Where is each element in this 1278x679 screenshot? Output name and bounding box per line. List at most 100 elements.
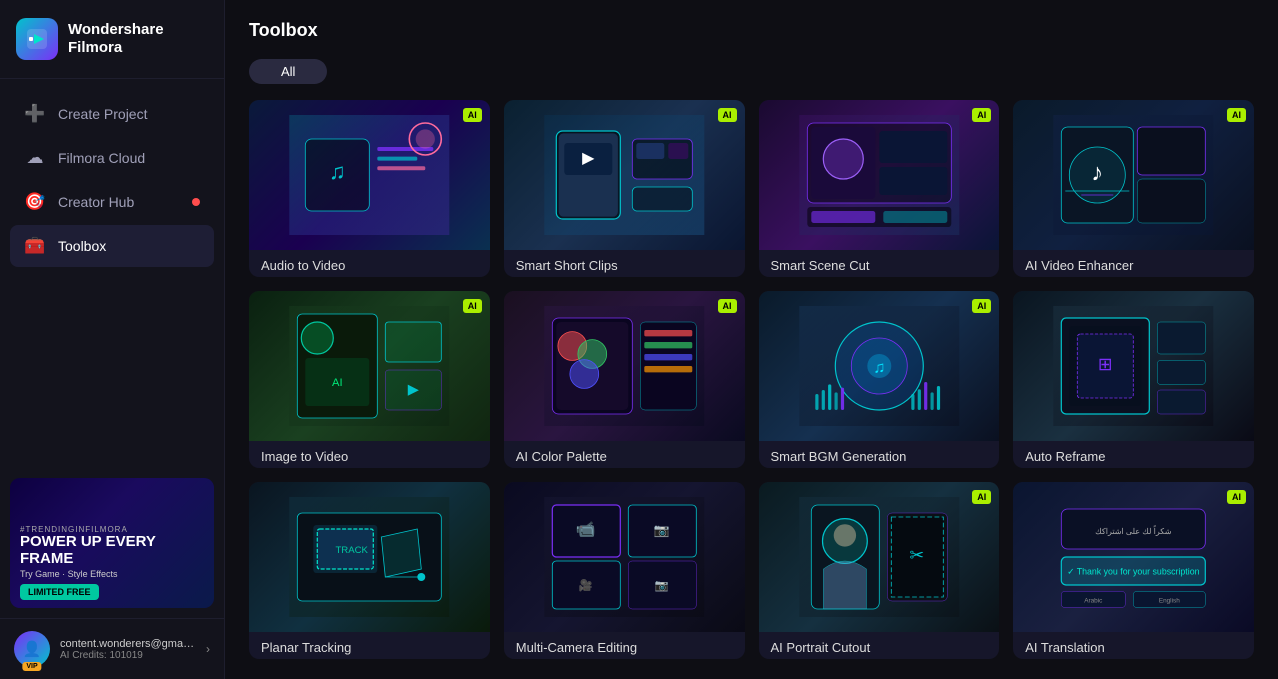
banner-sub: Try Game · Style Effects <box>20 569 204 579</box>
svg-text:♫: ♫ <box>873 359 885 376</box>
toolbox-grid: ♫ AI Audio to Video ▶ AI <box>225 94 1278 679</box>
tool-thumbnail: AI <box>504 291 745 441</box>
tool-card-smart-short-clips[interactable]: ▶ AI Smart Short Clips <box>504 100 745 277</box>
thumb-content <box>504 291 745 441</box>
svg-text:شكراً لك على اشتراكك: شكراً لك على اشتراكك <box>1096 525 1173 536</box>
app-name: Wondershare Filmora <box>68 21 164 57</box>
tool-label: Smart Scene Cut <box>759 250 1000 277</box>
logo-icon <box>16 18 58 60</box>
tool-thumbnail: شكراً لك على اشتراكك ✓ Thank you for you… <box>1013 482 1254 632</box>
svg-text:AI: AI <box>332 377 343 389</box>
tool-label: AI Translation <box>1013 632 1254 659</box>
chevron-right-icon: › <box>206 642 210 656</box>
tool-label: AI Portrait Cutout <box>759 632 1000 659</box>
tool-card-ai-translation[interactable]: شكراً لك على اشتراكك ✓ Thank you for you… <box>1013 482 1254 659</box>
tool-card-multi-camera-editing[interactable]: 📹 📷 🎥 📷 Multi-Camera Editing <box>504 482 745 659</box>
ai-badge: AI <box>972 108 991 122</box>
ai-badge: AI <box>972 299 991 313</box>
ai-badge: AI <box>1227 490 1246 504</box>
svg-text:📷: 📷 <box>654 523 670 538</box>
tool-thumbnail: 📹 📷 🎥 📷 <box>504 482 745 632</box>
ai-badge: AI <box>972 490 991 504</box>
page-title: Toolbox <box>249 20 1254 41</box>
main-header: Toolbox <box>225 0 1278 51</box>
tool-label: Image to Video <box>249 441 490 468</box>
tool-card-smart-bgm-generation[interactable]: ♫ AI Smart BGM Generation <box>759 291 1000 468</box>
svg-text:📹: 📹 <box>576 521 596 539</box>
svg-text:♫: ♫ <box>329 159 346 184</box>
tool-label: Smart BGM Generation <box>759 441 1000 468</box>
sidebar-item-toolbox[interactable]: 🧰 Toolbox <box>10 225 214 267</box>
svg-text:📷: 📷 <box>655 580 669 592</box>
thumb-content: AI ▶ <box>249 291 490 441</box>
notification-dot <box>192 198 200 206</box>
tool-card-image-to-video[interactable]: AI ▶ AI Image to Video <box>249 291 490 468</box>
tool-card-ai-video-enhancer[interactable]: ♪ AI AI Video Enhancer <box>1013 100 1254 277</box>
thumb-content: ✂ <box>759 482 1000 632</box>
svg-text:▶: ▶ <box>582 150 595 167</box>
tool-label: Multi-Camera Editing <box>504 632 745 659</box>
tool-thumbnail: ✂ AI <box>759 482 1000 632</box>
tool-label: Planar Tracking <box>249 632 490 659</box>
ai-badge: AI <box>1227 108 1246 122</box>
tool-label: Auto Reframe <box>1013 441 1254 468</box>
tool-thumbnail: AI ▶ AI <box>249 291 490 441</box>
tool-thumbnail: AI <box>759 100 1000 250</box>
thumb-content: ▶ <box>504 100 745 250</box>
svg-text:English: English <box>1159 598 1180 605</box>
tool-card-planar-tracking[interactable]: TRACK Planar Tracking <box>249 482 490 659</box>
tool-card-ai-portrait-cutout[interactable]: ✂ AI AI Portrait Cutout <box>759 482 1000 659</box>
tool-label: Audio to Video <box>249 250 490 277</box>
ai-badge: AI <box>718 108 737 122</box>
ai-badge: AI <box>718 299 737 313</box>
tool-card-auto-reframe[interactable]: ⊞ Auto Reframe <box>1013 291 1254 468</box>
avatar: 👤 VIP <box>14 631 50 667</box>
sidebar: Wondershare Filmora ➕ Create Project ☁ F… <box>0 0 225 679</box>
thumb-content <box>759 100 1000 250</box>
svg-text:TRACK: TRACK <box>336 545 369 556</box>
svg-text:⊞: ⊞ <box>1098 354 1113 374</box>
thumb-content: ⊞ <box>1013 291 1254 441</box>
svg-text:♪: ♪ <box>1092 160 1104 187</box>
svg-text:✓ Thank you for your subscript: ✓ Thank you for your subscription <box>1067 567 1199 577</box>
tool-card-smart-scene-cut[interactable]: AI Smart Scene Cut <box>759 100 1000 277</box>
create-project-icon: ➕ <box>24 104 46 124</box>
filmora-cloud-label: Filmora Cloud <box>58 150 145 166</box>
main-content: Toolbox All ♫ AI Audio to Video <box>225 0 1278 679</box>
ai-badge: AI <box>463 108 482 122</box>
thumb-content: ♫ <box>249 100 490 250</box>
svg-text:✂: ✂ <box>909 545 924 565</box>
tool-thumbnail: TRACK <box>249 482 490 632</box>
filmora-cloud-icon: ☁ <box>24 148 46 168</box>
sidebar-nav: ➕ Create Project ☁ Filmora Cloud 🎯 Creat… <box>0 79 224 468</box>
user-email: content.wonderers@gmail.... <box>60 638 196 650</box>
tool-label: AI Color Palette <box>504 441 745 468</box>
thumb-content: ♫ <box>759 291 1000 441</box>
tool-thumbnail: ♫ AI <box>759 291 1000 441</box>
thumb-content: ♪ <box>1013 100 1254 250</box>
user-info: content.wonderers@gmail.... AI Credits: … <box>60 638 196 661</box>
sidebar-item-create-project[interactable]: ➕ Create Project <box>10 93 214 135</box>
user-credits: AI Credits: 101019 <box>60 650 196 661</box>
sidebar-item-filmora-cloud[interactable]: ☁ Filmora Cloud <box>10 137 214 179</box>
tool-thumbnail: ♫ AI <box>249 100 490 250</box>
toolbox-icon: 🧰 <box>24 236 46 256</box>
banner-button[interactable]: LIMITED FREE <box>20 584 99 600</box>
sidebar-item-creator-hub[interactable]: 🎯 Creator Hub <box>10 181 214 223</box>
tool-card-ai-color-palette[interactable]: AI AI Color Palette <box>504 291 745 468</box>
banner-title: POWER UP EVERY FRAME <box>20 534 204 567</box>
promo-banner[interactable]: #TRENDINGINFILMORA POWER UP EVERY FRAME … <box>10 478 214 608</box>
vip-badge: VIP <box>22 662 41 671</box>
tool-card-audio-to-video[interactable]: ♫ AI Audio to Video <box>249 100 490 277</box>
thumb-content: TRACK <box>249 482 490 632</box>
thumb-content: شكراً لك على اشتراكك ✓ Thank you for you… <box>1013 482 1254 632</box>
banner-content: #TRENDINGINFILMORA POWER UP EVERY FRAME … <box>10 517 214 608</box>
creator-hub-label: Creator Hub <box>58 194 134 210</box>
svg-text:▶: ▶ <box>408 382 419 398</box>
ai-badge: AI <box>463 299 482 313</box>
user-profile[interactable]: 👤 VIP content.wonderers@gmail.... AI Cre… <box>0 618 224 679</box>
svg-text:Arabic: Arabic <box>1085 598 1104 605</box>
filter-all[interactable]: All <box>249 59 327 84</box>
toolbox-label: Toolbox <box>58 238 106 254</box>
filter-bar: All <box>225 51 1278 94</box>
